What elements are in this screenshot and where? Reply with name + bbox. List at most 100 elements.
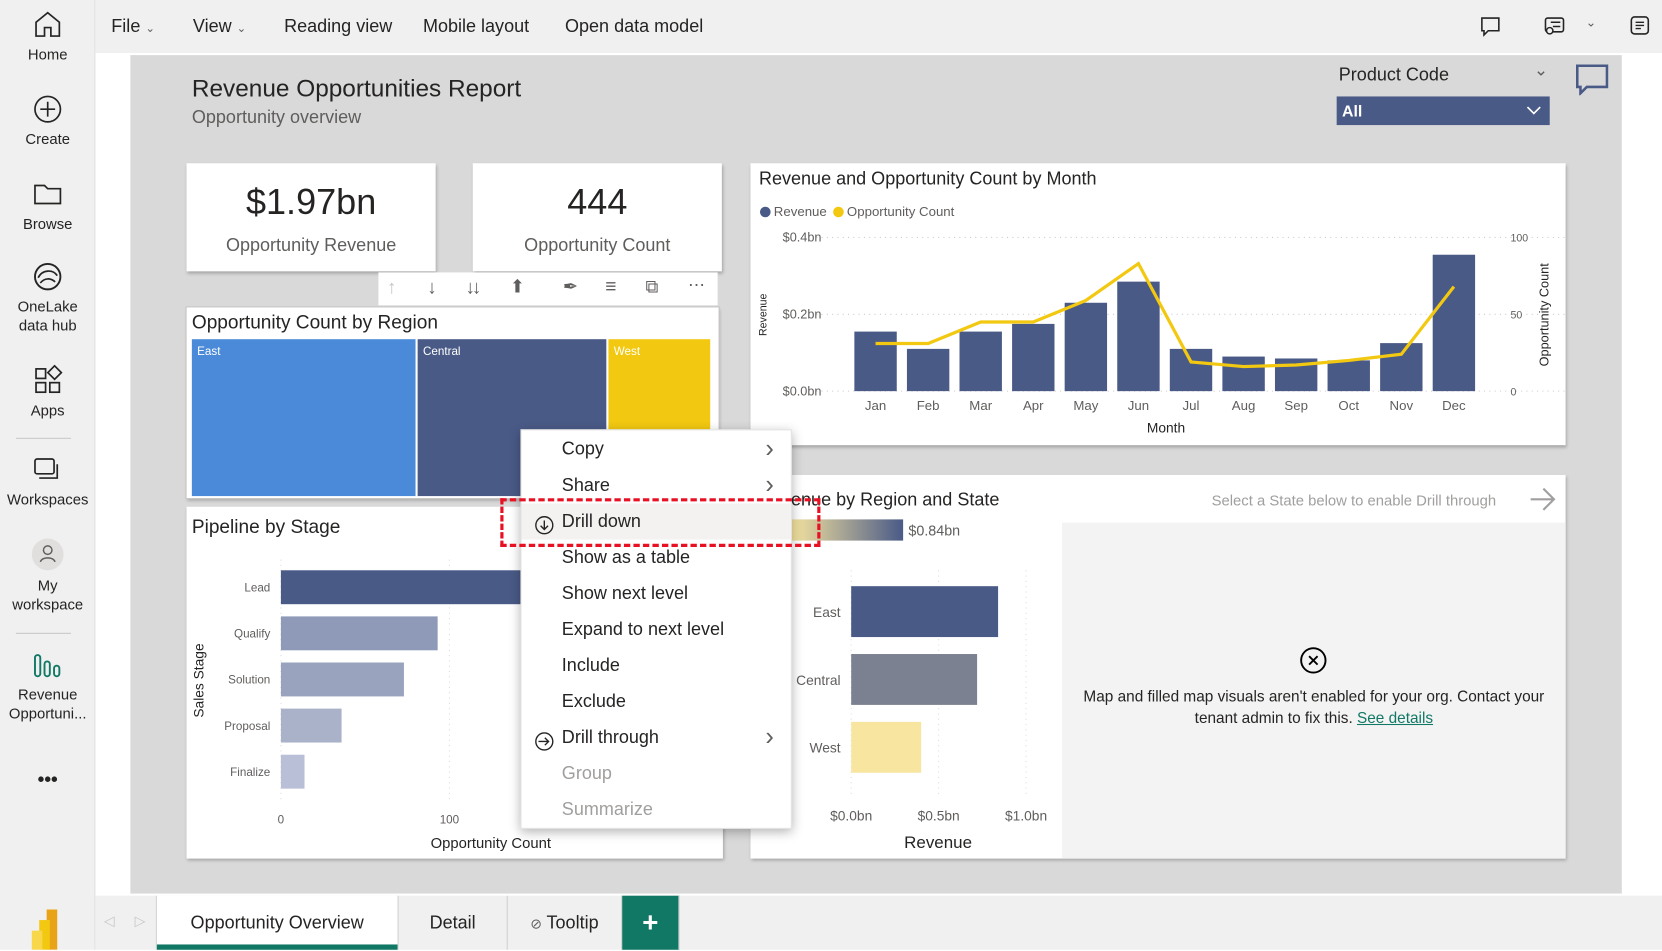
bar-dec — [1432, 254, 1476, 392]
tab-scroll-right-icon[interactable]: ▷ — [135, 913, 146, 930]
y2-tick-label: 100 — [1510, 233, 1528, 245]
add-page-button[interactable]: + — [622, 895, 680, 950]
onelake-icon — [34, 262, 62, 291]
power-bi-logo-icon — [31, 909, 58, 950]
smart-narrative-icon[interactable] — [1542, 15, 1565, 38]
go-to-next-level-icon[interactable]: ↓↓ — [465, 277, 481, 299]
menu-mobile-layout[interactable]: Mobile layout — [423, 16, 529, 37]
kpi-card-count[interactable]: 444 Opportunity Count — [472, 163, 722, 272]
menu-item-label: Drill through — [561, 727, 659, 748]
tab-detail[interactable]: Detail — [399, 895, 508, 950]
x-axis-title: Month — [1147, 420, 1185, 435]
nav-apps[interactable]: Apps — [0, 364, 95, 420]
menu-item-label: Share — [561, 474, 610, 496]
folder-icon — [34, 184, 62, 205]
bar-aug — [1222, 356, 1265, 392]
nav-my-workspace[interactable]: My workspace — [0, 537, 95, 613]
kpi-card-revenue[interactable]: $1.97bn Opportunity Revenue — [186, 163, 436, 272]
bar-east — [851, 586, 999, 638]
drill-mode-icon[interactable]: ↓ — [427, 277, 437, 299]
treemap-tile-east[interactable]: East — [191, 339, 416, 497]
pin-icon[interactable]: ✒ — [563, 277, 578, 298]
x-tick-label: Feb — [917, 398, 940, 413]
x-tick-label: Jul — [1183, 398, 1200, 413]
menu-item-label: Copy — [561, 438, 604, 459]
expand-hierarchy-icon[interactable]: ⬆ — [510, 277, 525, 298]
menu-item-expand-to-next-level[interactable]: Expand to next level — [522, 612, 791, 648]
menu-item-group[interactable]: Group — [522, 756, 791, 792]
focus-mode-icon[interactable]: ⧉ — [646, 277, 659, 298]
nav-browse[interactable]: Browse — [0, 178, 95, 233]
bar-central — [851, 654, 978, 705]
nav-label: Apps — [30, 401, 65, 419]
x-tick-label: May — [1073, 398, 1098, 413]
plus-circle-icon — [34, 95, 62, 123]
menu-reading-view[interactable]: Reading view — [284, 16, 392, 37]
menu-file[interactable]: File ⌄ — [111, 16, 155, 37]
person-icon — [31, 538, 64, 571]
tab-label: Opportunity Overview — [190, 912, 364, 933]
menu-item-label: Exclude — [561, 691, 626, 712]
y-tick-label: East — [813, 605, 841, 620]
more-options-icon[interactable]: ⋯ — [688, 275, 705, 296]
x-tick-label: Apr — [1023, 398, 1044, 413]
pane-icon[interactable] — [1629, 15, 1650, 36]
visual-header-toolbar: ↑ ↓ ↓↓ ⬆ ✒ ≡ ⧉ ⋯ — [378, 272, 718, 306]
menu-item-include[interactable]: Include — [522, 648, 791, 684]
y-axis-title: Sales Stage — [192, 643, 207, 718]
nav-workspaces[interactable]: Workspaces — [0, 454, 95, 509]
y2-tick-label: 0 — [1510, 386, 1516, 398]
comment-icon[interactable] — [1575, 64, 1609, 96]
see-details-link[interactable]: See details — [1357, 710, 1433, 727]
nav-divider — [15, 437, 72, 439]
x-tick-label: $1.0bn — [1005, 808, 1047, 823]
bar-nov — [1380, 343, 1423, 392]
y-tick-label: Finalize — [230, 766, 270, 779]
bar-solution — [280, 662, 404, 697]
monthly-visual[interactable]: Revenue and Opportunity Count by Month R… — [750, 163, 1566, 446]
bar-west — [851, 721, 922, 773]
y-tick-label: Proposal — [224, 720, 270, 733]
nav-home[interactable]: Home — [0, 8, 95, 63]
menu-item-label: Summarize — [561, 799, 653, 820]
bar-jan — [854, 331, 897, 392]
menu-label: View — [192, 15, 232, 37]
x-tick-label: Nov — [1390, 398, 1414, 413]
bar-proposal — [280, 708, 342, 743]
slicer-label: Product Code — [1338, 64, 1449, 85]
comment-icon[interactable] — [1479, 15, 1502, 38]
menu-item-copy[interactable]: Copy › — [522, 431, 791, 467]
bar-jul — [1169, 348, 1213, 392]
nav-create[interactable]: Create — [0, 93, 95, 148]
menu-item-show-next-level[interactable]: Show next level — [522, 576, 791, 612]
arrow-right-icon[interactable] — [1529, 485, 1559, 513]
tab-tooltip[interactable]: ⊘ Tooltip — [508, 895, 623, 950]
chevron-down-icon: ⌄ — [145, 22, 156, 35]
report-icon — [34, 654, 61, 678]
chevron-down-icon[interactable]: ⌄ — [1586, 15, 1597, 30]
page-title: Revenue Opportunities Report — [191, 74, 522, 102]
bar-qualify — [280, 616, 438, 651]
menu-item-drill-through[interactable]: Drill through › — [522, 720, 791, 756]
drill-up-icon[interactable]: ↑ — [387, 277, 397, 299]
nav-divider — [15, 632, 72, 634]
menu-open-data-model[interactable]: Open data model — [565, 16, 703, 37]
tab-scroll-left-icon[interactable]: ◁ — [104, 913, 115, 930]
nav-onelake[interactable]: OneLake data hub — [0, 261, 95, 335]
x-tick-label: $0.0bn — [830, 808, 872, 823]
menu-item-exclude[interactable]: Exclude — [522, 684, 791, 720]
y2-axis-title: Opportunity Count — [1537, 263, 1552, 367]
product-code-dropdown[interactable]: All — [1336, 96, 1550, 126]
menu-item-label: Show as a table — [561, 546, 691, 568]
tab-opportunity-overview[interactable]: Opportunity Overview — [155, 895, 399, 950]
error-text: Map and filled map visuals aren't enable… — [1083, 688, 1545, 728]
chevron-right-icon: › — [765, 434, 774, 464]
nav-more-button[interactable]: ••• — [0, 770, 95, 789]
nav-revenue-opportunities[interactable]: Revenue Opportuni... — [0, 649, 95, 723]
chevron-down-icon[interactable]: ⌄ — [1534, 59, 1548, 80]
menu-view[interactable]: View ⌄ — [193, 16, 247, 37]
region-state-visual[interactable]: Revenue by Region and State Select a Sta… — [750, 474, 1566, 859]
menu-item-summarize[interactable]: Summarize — [522, 792, 791, 828]
bar-lead — [280, 570, 551, 605]
filter-icon[interactable]: ≡ — [605, 276, 616, 298]
